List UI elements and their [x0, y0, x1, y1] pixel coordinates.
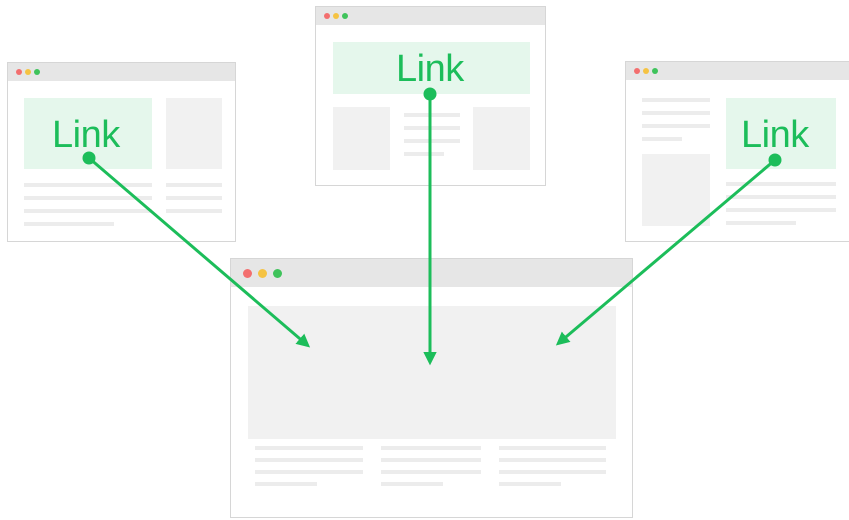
window-titlebar	[626, 62, 849, 80]
text-line-placeholder	[255, 470, 363, 474]
text-line-placeholder	[726, 208, 836, 212]
maximize-dot-icon	[34, 69, 40, 75]
text-line-placeholder	[24, 183, 152, 187]
close-dot-icon	[634, 68, 640, 74]
image-placeholder	[473, 107, 530, 170]
window-titlebar	[8, 63, 235, 81]
text-line-placeholder	[404, 126, 460, 130]
maximize-dot-icon	[342, 13, 348, 19]
sidebar-placeholder	[166, 98, 222, 169]
text-line-placeholder	[381, 458, 481, 462]
close-dot-icon	[324, 13, 330, 19]
text-line-placeholder	[24, 222, 114, 226]
link-highlight-box: Link	[726, 98, 836, 169]
close-dot-icon	[16, 69, 22, 75]
text-line-placeholder	[404, 139, 460, 143]
text-line-placeholder	[404, 152, 444, 156]
text-line-placeholder	[499, 446, 606, 450]
minimize-dot-icon	[258, 269, 267, 278]
text-line-placeholder	[166, 196, 222, 200]
link-text[interactable]: Link	[396, 50, 464, 88]
text-line-placeholder	[642, 111, 710, 115]
image-placeholder	[333, 107, 390, 170]
image-placeholder	[642, 154, 710, 226]
text-line-placeholder	[726, 182, 836, 186]
link-text[interactable]: Link	[741, 116, 809, 154]
text-line-placeholder	[642, 137, 682, 141]
minimize-dot-icon	[25, 69, 31, 75]
text-line-placeholder	[166, 183, 222, 187]
link-text[interactable]: Link	[52, 116, 120, 154]
text-line-placeholder	[381, 446, 481, 450]
maximize-dot-icon	[273, 269, 282, 278]
text-line-placeholder	[642, 124, 710, 128]
right-source-window: Link	[625, 61, 849, 242]
text-line-placeholder	[255, 482, 317, 486]
window-titlebar	[231, 259, 632, 287]
maximize-dot-icon	[652, 68, 658, 74]
minimize-dot-icon	[333, 13, 339, 19]
link-highlight-box: Link	[24, 98, 152, 169]
text-line-placeholder	[255, 458, 363, 462]
text-line-placeholder	[642, 98, 710, 102]
text-line-placeholder	[24, 196, 152, 200]
text-line-placeholder	[166, 209, 222, 213]
link-highlight-box: Link	[333, 42, 530, 94]
window-titlebar	[316, 7, 545, 25]
text-line-placeholder	[726, 195, 836, 199]
left-source-window: Link	[7, 62, 236, 242]
text-line-placeholder	[255, 446, 363, 450]
center-source-window: Link	[315, 6, 546, 186]
text-line-placeholder	[404, 113, 460, 117]
text-line-placeholder	[499, 470, 606, 474]
text-line-placeholder	[499, 482, 561, 486]
hero-placeholder	[248, 306, 616, 439]
close-dot-icon	[243, 269, 252, 278]
text-line-placeholder	[381, 470, 481, 474]
target-window	[230, 258, 633, 518]
minimize-dot-icon	[643, 68, 649, 74]
text-line-placeholder	[726, 221, 796, 225]
text-line-placeholder	[24, 209, 152, 213]
text-line-placeholder	[499, 458, 606, 462]
text-line-placeholder	[381, 482, 443, 486]
